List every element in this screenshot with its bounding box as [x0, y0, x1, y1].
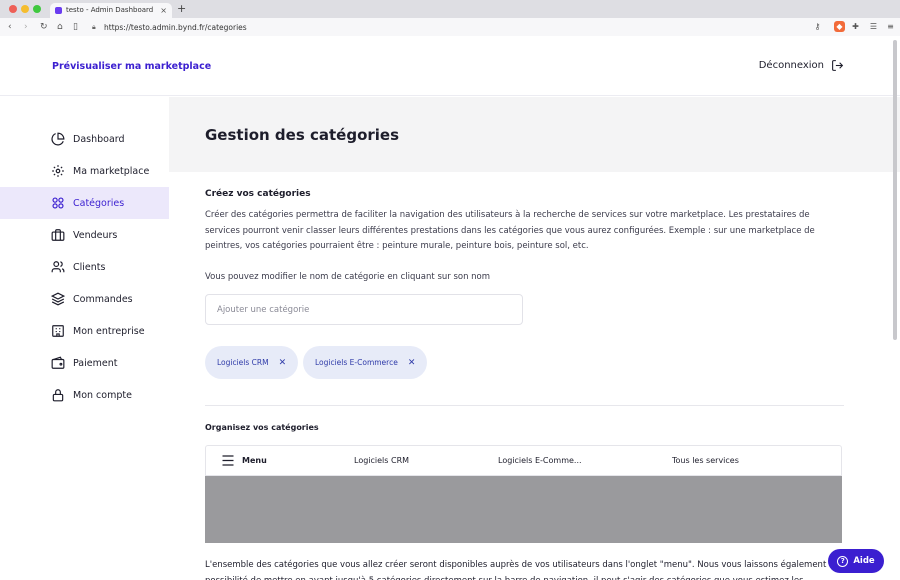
favicon-icon: [55, 7, 62, 14]
sidebar: Dashboard Ma marketplace Catégories Vend…: [0, 97, 169, 580]
close-tab-icon[interactable]: ×: [160, 3, 167, 18]
key-icon[interactable]: ⚷: [812, 21, 823, 32]
title-band: Gestion des catégories: [169, 97, 900, 172]
grid-icon: [52, 197, 64, 209]
chip-label[interactable]: Logiciels E-Commerce: [315, 358, 398, 367]
sidebar-item-vendeurs[interactable]: Vendeurs: [0, 219, 169, 251]
reload-icon[interactable]: ↻: [40, 21, 48, 33]
browser-menu-icon[interactable]: ≡: [885, 21, 896, 32]
maximize-window-button[interactable]: [33, 5, 41, 13]
sidebar-item-paiement[interactable]: Paiement: [0, 347, 169, 379]
remove-chip-icon[interactable]: ✕: [408, 358, 416, 368]
logout-label: Déconnexion: [758, 60, 824, 71]
building-icon: [52, 325, 64, 337]
sidebar-item-ma-marketplace[interactable]: Ma marketplace: [0, 155, 169, 187]
brave-shield-icon[interactable]: ◆: [834, 21, 845, 32]
menu-info-text: L'ensemble des catégories que vous allez…: [205, 560, 837, 580]
wallet-icon: [51, 356, 65, 369]
sidebar-item-label: Paiement: [73, 357, 118, 369]
reading-list-icon[interactable]: ☰: [868, 21, 879, 32]
sidebar-item-label: Mon entreprise: [73, 325, 145, 337]
page-scrollbar[interactable]: [893, 40, 897, 340]
organize-section-title: Organisez vos catégories: [205, 423, 319, 432]
main-content: Gestion des catégories Créez vos catégor…: [169, 97, 900, 580]
layers-icon: [51, 292, 65, 306]
sidebar-item-dashboard[interactable]: Dashboard: [0, 123, 169, 155]
sidebar-item-label: Commandes: [73, 293, 133, 305]
remove-chip-icon[interactable]: ✕: [279, 358, 287, 368]
menu-dropdown-area[interactable]: [205, 476, 842, 543]
sidebar-item-label: Ma marketplace: [73, 165, 150, 177]
browser-chrome: testo - Admin Dashboard × + ‹ › ↻ ⌂ ▯ 🔒︎…: [0, 0, 900, 36]
sidebar-item-label: Dashboard: [73, 133, 125, 145]
help-label: Aide: [853, 556, 875, 566]
help-icon: ?: [837, 555, 849, 567]
users-icon: [51, 261, 65, 273]
add-category-input[interactable]: [205, 294, 523, 325]
pie-chart-icon: [51, 132, 65, 146]
forward-icon[interactable]: ›: [24, 21, 28, 33]
browser-tab[interactable]: testo - Admin Dashboard ×: [50, 3, 172, 18]
create-section-title: Créez vos catégories: [205, 189, 311, 199]
back-icon[interactable]: ‹: [8, 21, 12, 33]
tab-bar: testo - Admin Dashboard × +: [0, 0, 900, 18]
edit-hint: Vous pouvez modifier le nom de catégorie…: [205, 272, 491, 282]
hamburger-menu-icon[interactable]: [222, 455, 234, 466]
menu-item[interactable]: Logiciels CRM: [354, 456, 409, 465]
sidebar-item-clients[interactable]: Clients: [0, 251, 169, 283]
divider: [205, 405, 844, 406]
navigation-bar: ‹ › ↻ ⌂ ▯ 🔒︎ https://testo.admin.bynd.fr…: [0, 18, 900, 36]
create-description: Créer des catégories permettra de facili…: [205, 210, 815, 251]
page-title: Gestion des catégories: [205, 126, 400, 144]
close-window-button[interactable]: [9, 5, 17, 13]
chip-label[interactable]: Logiciels CRM: [217, 358, 269, 367]
gear-icon: [52, 165, 64, 177]
sidebar-item-label: Catégories: [73, 197, 125, 209]
tab-title: testo - Admin Dashboard: [66, 6, 154, 14]
logout-icon: [832, 60, 844, 71]
url-text: https://testo.admin.bynd.fr/categories: [104, 23, 247, 32]
sidebar-item-mon-compte[interactable]: Mon compte: [0, 379, 169, 411]
home-icon[interactable]: ⌂: [57, 21, 63, 33]
sidebar-item-categories[interactable]: Catégories: [0, 187, 169, 219]
lock-icon: 🔒︎: [92, 23, 96, 31]
bookmark-icon[interactable]: ▯: [73, 21, 78, 33]
sidebar-item-mon-entreprise[interactable]: Mon entreprise: [0, 315, 169, 347]
category-chip[interactable]: Logiciels CRM ✕: [205, 346, 299, 379]
sidebar-item-label: Vendeurs: [73, 229, 118, 241]
sidebar-item-label: Clients: [73, 261, 106, 273]
lock-icon: [52, 389, 64, 402]
sidebar-item-commandes[interactable]: Commandes: [0, 283, 169, 315]
address-bar[interactable]: 🔒︎ https://testo.admin.bynd.fr/categorie…: [90, 21, 810, 34]
menu-label[interactable]: Menu: [242, 456, 267, 465]
logout-button[interactable]: Déconnexion: [759, 59, 844, 72]
minimize-window-button[interactable]: [21, 5, 29, 13]
category-chip[interactable]: Logiciels E-Commerce ✕: [303, 346, 428, 379]
app-header: Prévisualiser ma marketplace Déconnexion: [0, 37, 900, 96]
new-tab-button[interactable]: +: [177, 2, 186, 15]
extension-icon[interactable]: ✚: [850, 21, 861, 32]
sidebar-item-label: Mon compte: [73, 389, 132, 401]
menu-item[interactable]: Logiciels E-Comme...: [498, 456, 582, 465]
preview-marketplace-link[interactable]: Prévisualiser ma marketplace: [52, 61, 211, 72]
menu-item[interactable]: Tous les services: [672, 456, 739, 465]
briefcase-icon: [51, 229, 65, 241]
menu-preview-bar: Menu Logiciels CRM Logiciels E-Comme... …: [205, 445, 842, 476]
help-button[interactable]: ? Aide: [828, 549, 884, 573]
